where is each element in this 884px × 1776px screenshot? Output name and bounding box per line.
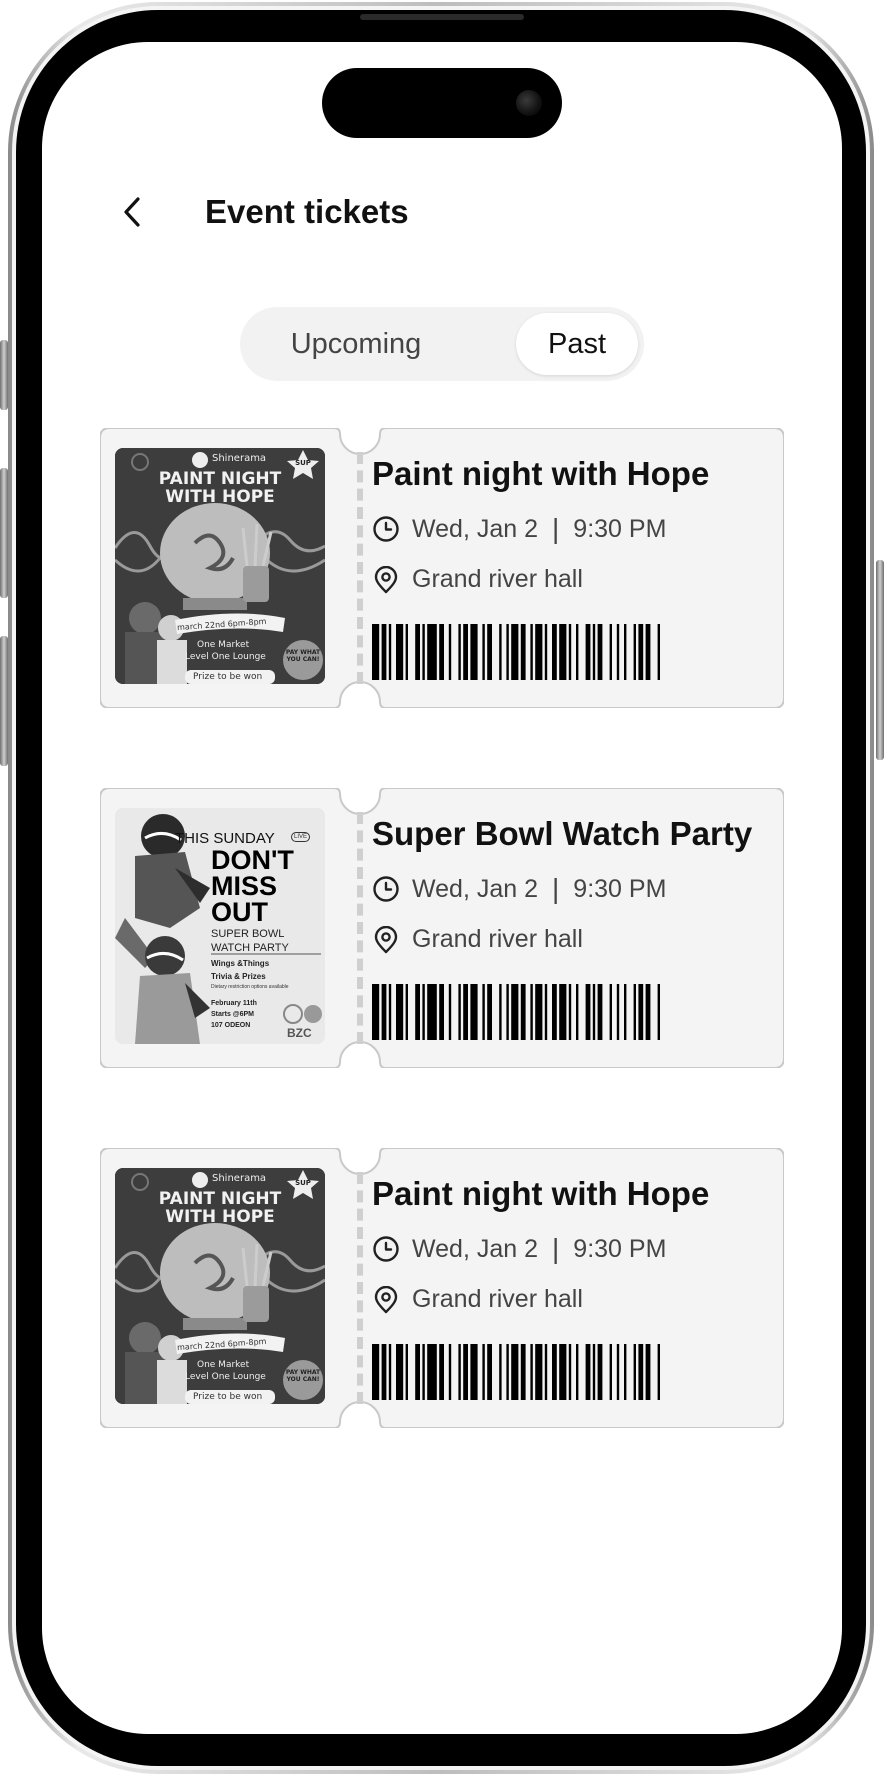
ticket-location-label: Grand river hall [412,925,583,953]
ticket-title: Super Bowl Watch Party [372,815,753,852]
poster-date: February 11th [211,1000,257,1007]
poster-time: Starts @6PM [211,1011,255,1018]
poster-venue-1: One Market [197,1360,250,1370]
event-poster-image: Shinerama PAINT NIGHT WITH HOPE SUP marc… [115,1168,325,1404]
ticket-time: 9:30 PM [573,514,667,543]
poster-headline-2: MISS [211,871,278,901]
tab-past[interactable]: Past [516,313,638,375]
volume-down-button [0,636,8,766]
poster-sub-2: WATCH PARTY [211,942,289,954]
ticket-filter-tabs: Upcoming Past [240,307,644,381]
ticket-location: Grand river hall [372,565,583,594]
event-poster-image: Shinerama PAINT NIGHT WITH HOPE SUP marc… [115,448,325,684]
ticket-poster: THIS SUNDAY LIVE DON'T MISS OUT SUPER BO… [115,808,325,1044]
ticket-time: 9:30 PM [573,874,667,903]
poster-brand: Shinerama [212,453,267,464]
ticket-datetime: Wed, Jan 2 | 9:30 PM [372,513,666,545]
ticket-poster: Shinerama PAINT NIGHT WITH HOPE SUP marc… [115,448,325,684]
clock-icon [372,515,400,543]
dynamic-island [322,68,562,138]
ticket-card[interactable]: THIS SUNDAY LIVE DON'T MISS OUT SUPER BO… [100,788,784,1068]
poster-venue-1: One Market [197,640,250,650]
chevron-left-icon [124,197,140,227]
poster-venue-2: Level One Lounge [185,1372,266,1382]
ticket-date: Wed, Jan 2 [412,874,539,903]
poster-pay-badge: PAY WHAT YOU CAN! [285,1369,321,1383]
clock-icon [372,875,400,903]
ticket-barcode [372,1344,660,1400]
poster-headline: PAINT NIGHT WITH HOPE [158,1189,282,1227]
ticket-poster: Shinerama PAINT NIGHT WITH HOPE SUP marc… [115,1168,325,1404]
ticket-perforation [357,1172,363,1404]
poster-venue: 107 ODEON [211,1022,251,1029]
power-button [876,560,884,760]
ticket-location-label: Grand river hall [412,565,583,593]
back-button[interactable] [112,190,152,234]
poster-headline-1: DON'T [211,845,294,875]
poster-prize: Prize to be won [193,1392,263,1402]
poster-sub-1: SUPER BOWL [211,928,285,940]
action-button [0,340,8,410]
ticket-barcode [372,984,660,1040]
tab-upcoming[interactable]: Upcoming [246,313,466,375]
location-pin-icon [372,565,400,594]
poster-prize: Prize to be won [193,672,263,682]
poster-brand: BZC [287,1026,312,1040]
location-pin-icon [372,925,400,954]
poster-item-1: Wings &Things [211,959,270,968]
clock-icon [372,1235,400,1263]
poster-live-badge: LIVE [291,832,311,842]
poster-headline: PAINT NIGHT WITH HOPE [158,469,282,507]
poster-pay-badge: PAY WHAT YOU CAN! [285,649,321,663]
ticket-datetime: Wed, Jan 2 | 9:30 PM [372,873,666,905]
ticket-date: Wed, Jan 2 [412,1234,539,1263]
poster-venue-2: Level One Lounge [185,652,266,662]
poster-brand: Shinerama [212,1173,267,1184]
location-pin-icon [372,1285,400,1314]
ticket-barcode [372,624,660,680]
ticket-date: Wed, Jan 2 [412,514,539,543]
page-title: Event tickets [205,193,409,230]
poster-headline-3: OUT [211,897,268,927]
poster-corner-badge: SUP [295,459,311,467]
event-poster-image: THIS SUNDAY LIVE DON'T MISS OUT SUPER BO… [115,808,325,1044]
poster-corner-badge: SUP [295,1179,311,1187]
ticket-location: Grand river hall [372,925,583,954]
volume-up-button [0,468,8,598]
divider: | [552,513,560,544]
ticket-card[interactable]: Shinerama PAINT NIGHT WITH HOPE SUP marc… [100,428,784,708]
ticket-location-label: Grand river hall [412,1285,583,1313]
poster-item-2: Trivia & Prizes [211,972,266,981]
ticket-perforation [357,812,363,1044]
divider: | [552,873,560,904]
ticket-title: Paint night with Hope [372,455,710,492]
ticket-card[interactable]: Shinerama PAINT NIGHT WITH HOPE SUP marc… [100,1148,784,1428]
ticket-title: Paint night with Hope [372,1175,710,1212]
earpiece-speaker [360,14,524,20]
poster-note: Dietary restriction options available [211,984,289,990]
ticket-time: 9:30 PM [573,1234,667,1263]
divider: | [552,1233,560,1264]
front-camera-icon [516,90,542,116]
ticket-location: Grand river hall [372,1285,583,1314]
ticket-datetime: Wed, Jan 2 | 9:30 PM [372,1233,666,1265]
ticket-perforation [357,452,363,684]
